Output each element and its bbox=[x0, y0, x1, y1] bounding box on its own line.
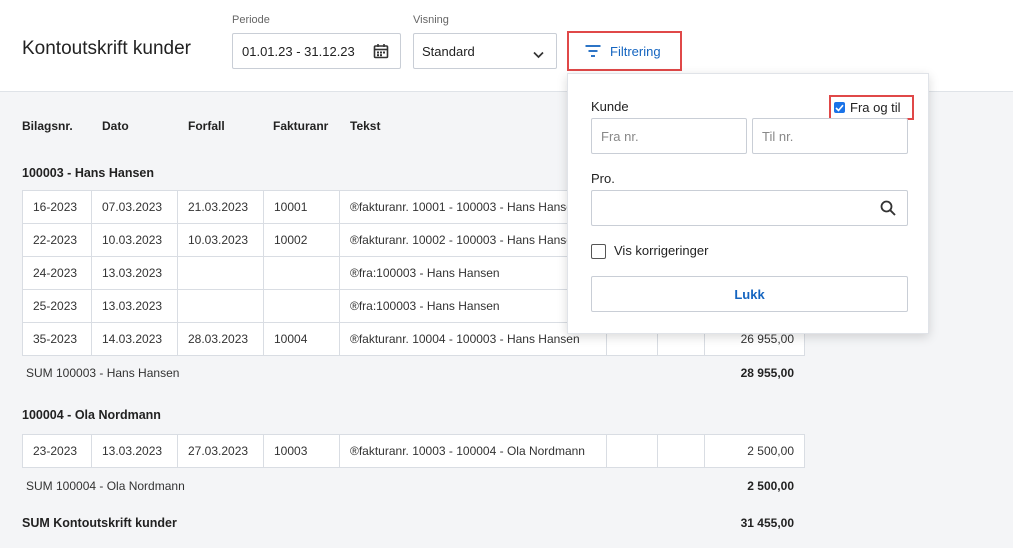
cell-dato: 14.03.2023 bbox=[91, 322, 178, 356]
cell-fakturanr: 10004 bbox=[263, 322, 340, 356]
grand-total-label: SUM Kontoutskrift kunder bbox=[22, 516, 177, 530]
cell-bilagsnr: 24-2023 bbox=[22, 256, 92, 290]
table-row[interactable]: 23-2023 13.03.2023 27.03.2023 10003 ®fak… bbox=[22, 434, 805, 468]
cell-col7 bbox=[657, 434, 705, 468]
group-sum-label: SUM 100003 - Hans Hansen bbox=[26, 366, 180, 380]
column-header-fakturanr[interactable]: Fakturanr bbox=[273, 119, 328, 133]
grand-total-value: 31 455,00 bbox=[740, 516, 794, 530]
cell-forfall bbox=[177, 289, 264, 323]
customer-label: Kunde bbox=[591, 99, 629, 114]
from-number-placeholder: Fra nr. bbox=[601, 128, 639, 144]
cell-bilagsnr: 16-2023 bbox=[22, 190, 92, 224]
project-search-input[interactable] bbox=[591, 190, 908, 226]
cell-bilagsnr: 22-2023 bbox=[22, 223, 92, 257]
cell-forfall: 21.03.2023 bbox=[177, 190, 264, 224]
calendar-icon[interactable] bbox=[373, 43, 389, 62]
filter-button[interactable]: Filtrering bbox=[567, 31, 682, 71]
period-value: 01.01.23 - 31.12.23 bbox=[242, 43, 355, 59]
cell-tekst: ®fakturanr. 10003 - 100004 - Ola Nordman… bbox=[339, 434, 607, 468]
cell-forfall: 10.03.2023 bbox=[177, 223, 264, 257]
view-select[interactable]: Standard bbox=[413, 33, 557, 69]
corrections-label: Vis korrigeringer bbox=[614, 243, 709, 258]
group-sum-value: 28 955,00 bbox=[740, 366, 794, 380]
to-number-input[interactable]: Til nr. bbox=[752, 118, 908, 154]
cell-dato: 07.03.2023 bbox=[91, 190, 178, 224]
column-header-bilagsnr[interactable]: Bilagsnr. bbox=[22, 119, 73, 133]
group-sum-label: SUM 100004 - Ola Nordmann bbox=[26, 479, 185, 493]
filter-button-label: Filtrering bbox=[610, 43, 661, 59]
cell-forfall: 27.03.2023 bbox=[177, 434, 264, 468]
period-label: Periode bbox=[232, 14, 270, 26]
close-button[interactable]: Lukk bbox=[591, 276, 908, 312]
cell-fakturanr bbox=[263, 289, 340, 323]
cell-col6 bbox=[606, 434, 658, 468]
range-checkbox-label: Fra og til bbox=[850, 100, 901, 115]
cell-forfall: 28.03.2023 bbox=[177, 322, 264, 356]
view-value: Standard bbox=[422, 43, 475, 59]
cell-fakturanr: 10002 bbox=[263, 223, 340, 257]
filter-panel: Kunde Fra og til Fra nr. Til nr. Pro. Vi… bbox=[567, 73, 929, 334]
column-header-dato[interactable]: Dato bbox=[102, 119, 129, 133]
corrections-checkbox[interactable] bbox=[591, 244, 606, 259]
chevron-down-icon bbox=[533, 47, 544, 62]
cell-bilagsnr: 23-2023 bbox=[22, 434, 92, 468]
column-header-forfall[interactable]: Forfall bbox=[188, 119, 225, 133]
cell-dato: 13.03.2023 bbox=[91, 256, 178, 290]
cell-dato: 10.03.2023 bbox=[91, 223, 178, 257]
from-number-input[interactable]: Fra nr. bbox=[591, 118, 747, 154]
column-header-tekst[interactable]: Tekst bbox=[350, 119, 380, 133]
cell-fakturanr: 10003 bbox=[263, 434, 340, 468]
group-title: 100004 - Ola Nordmann bbox=[22, 408, 161, 422]
period-input[interactable]: 01.01.23 - 31.12.23 bbox=[232, 33, 401, 69]
range-checkbox[interactable]: Fra og til bbox=[829, 95, 914, 120]
group-table-ola-nordmann: 23-2023 13.03.2023 27.03.2023 10003 ®fak… bbox=[22, 434, 805, 468]
to-number-placeholder: Til nr. bbox=[762, 128, 794, 144]
cell-dato: 13.03.2023 bbox=[91, 434, 178, 468]
checkbox-checked-icon[interactable] bbox=[834, 102, 845, 113]
cell-amount: 2 500,00 bbox=[704, 434, 805, 468]
project-label: Pro. bbox=[591, 171, 615, 186]
search-icon[interactable] bbox=[880, 200, 896, 219]
filter-icon bbox=[585, 45, 601, 57]
cell-fakturanr: 10001 bbox=[263, 190, 340, 224]
page-title: Kontoutskrift kunder bbox=[22, 38, 191, 59]
cell-bilagsnr: 25-2023 bbox=[22, 289, 92, 323]
cell-dato: 13.03.2023 bbox=[91, 289, 178, 323]
cell-forfall bbox=[177, 256, 264, 290]
cell-fakturanr bbox=[263, 256, 340, 290]
cell-bilagsnr: 35-2023 bbox=[22, 322, 92, 356]
group-title: 100003 - Hans Hansen bbox=[22, 166, 155, 180]
group-sum-value: 2 500,00 bbox=[747, 479, 794, 493]
view-label: Visning bbox=[413, 14, 449, 26]
